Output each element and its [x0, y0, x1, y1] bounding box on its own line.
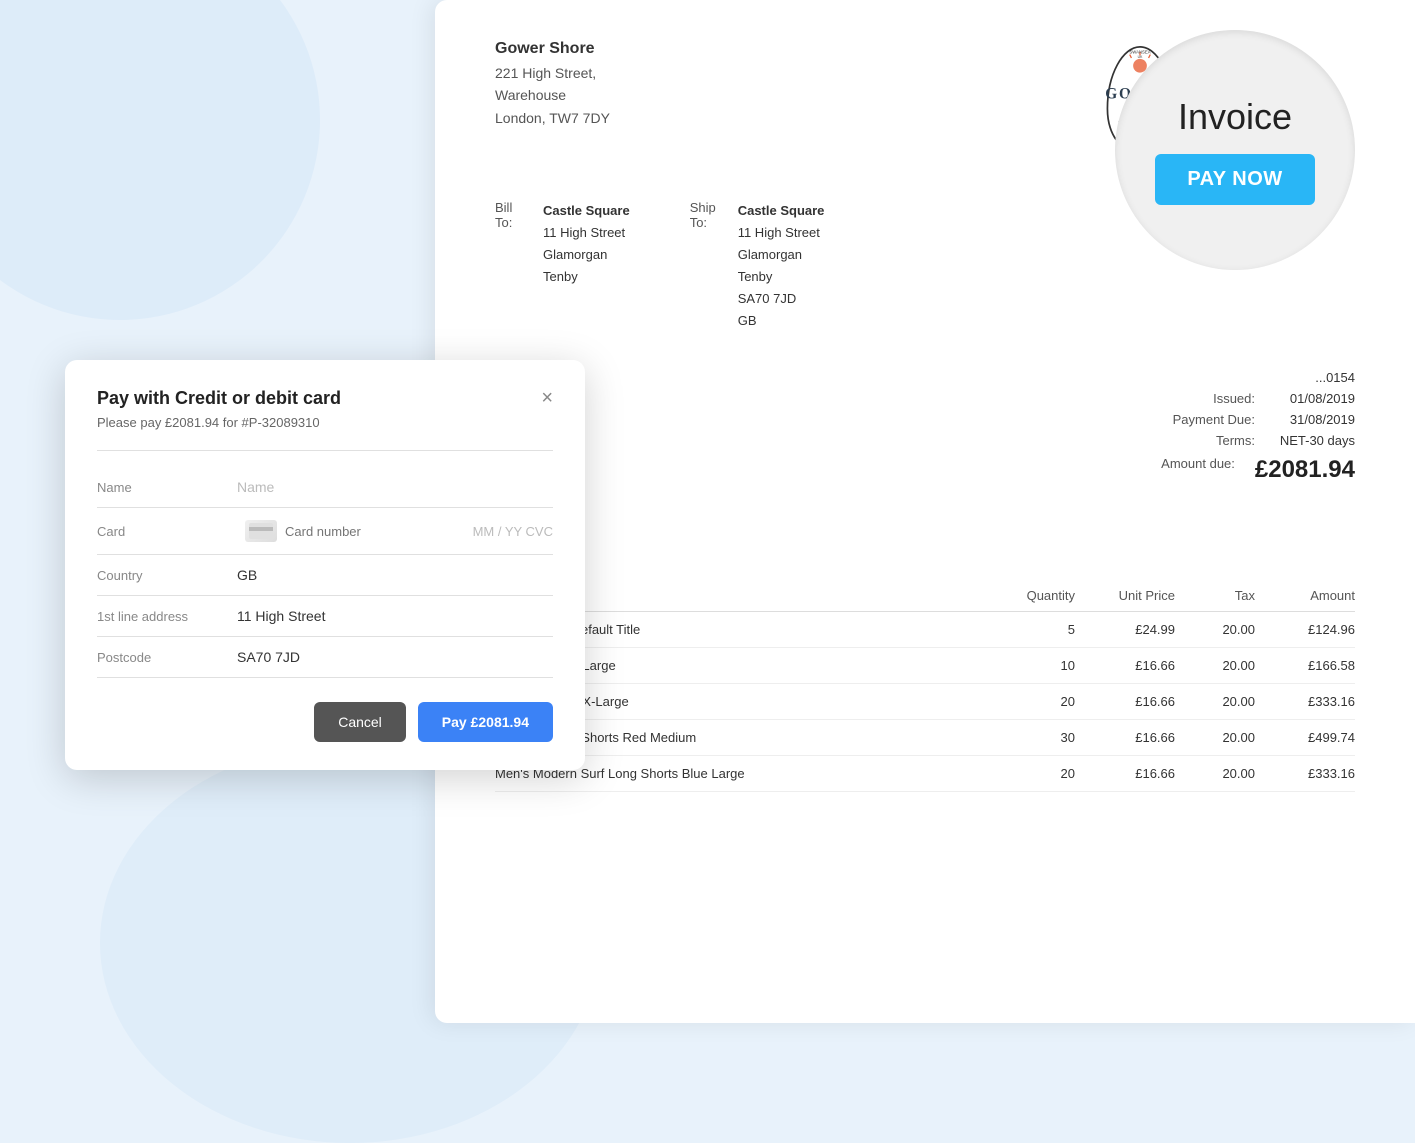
card-icon	[245, 520, 277, 542]
payment-due-value: 31/08/2019	[1275, 412, 1355, 427]
svg-text:SWANSEA: SWANSEA	[1129, 50, 1150, 55]
pay-button[interactable]: Pay £2081.94	[418, 702, 553, 742]
country-form-row: Country	[97, 555, 553, 596]
tax-header: Tax	[1175, 588, 1255, 603]
card-brand-icon	[249, 523, 273, 539]
terms-row: Terms: NET-30 days	[1161, 433, 1355, 448]
row-tax: 20.00	[1175, 730, 1255, 745]
terms-value: NET-30 days	[1275, 433, 1355, 448]
ship-to-address: Castle Square 11 High Street Glamorgan T…	[738, 200, 825, 333]
bill-to-block: Bill To: Castle Square 11 High Street Gl…	[495, 200, 630, 333]
row-quantity: 20	[975, 694, 1075, 709]
issued-value: 01/08/2019	[1275, 391, 1355, 406]
postcode-form-row: Postcode	[97, 637, 553, 678]
modal-close-button[interactable]: ×	[541, 388, 553, 408]
ship-to-block: Ship To: Castle Square 11 High Street Gl…	[690, 200, 825, 333]
address-form-row: 1st line address	[97, 596, 553, 637]
modal-subtitle: Please pay £2081.94 for #P-32089310	[97, 415, 553, 430]
bill-to-address: Castle Square 11 High Street Glamorgan T…	[543, 200, 630, 333]
amount-due-label: Amount due:	[1161, 456, 1235, 484]
postcode-input[interactable]	[237, 649, 553, 665]
ship-to-label: Ship To:	[690, 200, 726, 333]
row-unit-price: £16.66	[1075, 730, 1175, 745]
card-expiry-cvc: MM / YY CVC	[473, 524, 553, 539]
name-label: Name	[97, 480, 237, 495]
table-row: n's Modern urf Shorts Red Medium 30 £16.…	[495, 720, 1355, 756]
row-tax: 20.00	[1175, 658, 1255, 673]
row-tax: 20.00	[1175, 766, 1255, 781]
company-name: Gower Shore	[495, 40, 925, 58]
invoice-number: ...0154	[1275, 370, 1355, 385]
invoice-table: Quantity Unit Price Tax Amount ck Backpa…	[495, 580, 1355, 792]
row-quantity: 10	[975, 658, 1075, 673]
background-circle-left	[0, 0, 320, 320]
payment-due-row: Payment Due: 31/08/2019	[1161, 412, 1355, 427]
invoice-circle: Invoice PAY NOW	[1115, 30, 1355, 270]
bill-to-label: Bill To:	[495, 200, 531, 333]
invoice-meta: ...0154 Issued: 01/08/2019 Payment Due: …	[1161, 370, 1355, 484]
table-row: urf Shorts Red Large 10 £16.66 20.00 £16…	[495, 648, 1355, 684]
row-quantity: 30	[975, 730, 1075, 745]
card-form-row: Card MM / YY CVC	[97, 508, 553, 555]
modal-footer: Cancel Pay £2081.94	[97, 702, 553, 742]
invoice-number-row: ...0154	[1161, 370, 1355, 385]
row-tax: 20.00	[1175, 622, 1255, 637]
name-form-row: Name	[97, 467, 553, 508]
country-input[interactable]	[237, 567, 553, 583]
table-row: Men's Modern Surf Long Shorts Blue Large…	[495, 756, 1355, 792]
row-amount: £499.74	[1255, 730, 1355, 745]
modal-divider	[97, 450, 553, 451]
row-quantity: 5	[975, 622, 1075, 637]
row-quantity: 20	[975, 766, 1075, 781]
row-unit-price: £16.66	[1075, 694, 1175, 709]
row-amount: £166.58	[1255, 658, 1355, 673]
payment-modal: Pay with Credit or debit card × Please p…	[65, 360, 585, 770]
table-body: ck Backpack Default Title 5 £24.99 20.00…	[495, 612, 1355, 792]
table-row: ck Backpack Default Title 5 £24.99 20.00…	[495, 612, 1355, 648]
row-amount: £124.96	[1255, 622, 1355, 637]
row-unit-price: £24.99	[1075, 622, 1175, 637]
invoice-title: Invoice	[1178, 96, 1292, 138]
row-tax: 20.00	[1175, 694, 1255, 709]
row-amount: £333.16	[1255, 766, 1355, 781]
company-address: 221 High Street, Warehouse London, TW7 7…	[495, 62, 925, 129]
issued-label: Issued:	[1213, 391, 1255, 406]
card-number-input[interactable]	[285, 524, 465, 539]
row-amount: £333.16	[1255, 694, 1355, 709]
payment-due-label: Payment Due:	[1173, 412, 1255, 427]
row-unit-price: £16.66	[1075, 658, 1175, 673]
issued-row: Issued: 01/08/2019	[1161, 391, 1355, 406]
row-unit-price: £16.66	[1075, 766, 1175, 781]
amount-header: Amount	[1255, 588, 1355, 603]
postcode-label: Postcode	[97, 650, 237, 665]
address-input[interactable]	[237, 608, 553, 624]
cancel-button[interactable]: Cancel	[314, 702, 406, 742]
svg-text:UK: UK	[1138, 55, 1143, 59]
name-input[interactable]	[237, 479, 553, 495]
modal-title: Pay with Credit or debit card	[97, 388, 341, 409]
address-label: 1st line address	[97, 609, 237, 624]
card-label: Card	[97, 524, 237, 539]
unit-price-header: Unit Price	[1075, 588, 1175, 603]
amount-due-row: Amount due: £2081.94	[1161, 456, 1355, 484]
table-header: Quantity Unit Price Tax Amount	[495, 580, 1355, 612]
amount-due-value: £2081.94	[1255, 456, 1355, 484]
country-label: Country	[97, 568, 237, 583]
modal-header: Pay with Credit or debit card ×	[97, 388, 553, 409]
quantity-header: Quantity	[975, 588, 1075, 603]
table-row: urf Shorts Red X-Large 20 £16.66 20.00 £…	[495, 684, 1355, 720]
company-info: Gower Shore 221 High Street, Warehouse L…	[495, 40, 925, 129]
terms-label: Terms:	[1216, 433, 1255, 448]
pay-now-button[interactable]: PAY NOW	[1155, 154, 1314, 205]
